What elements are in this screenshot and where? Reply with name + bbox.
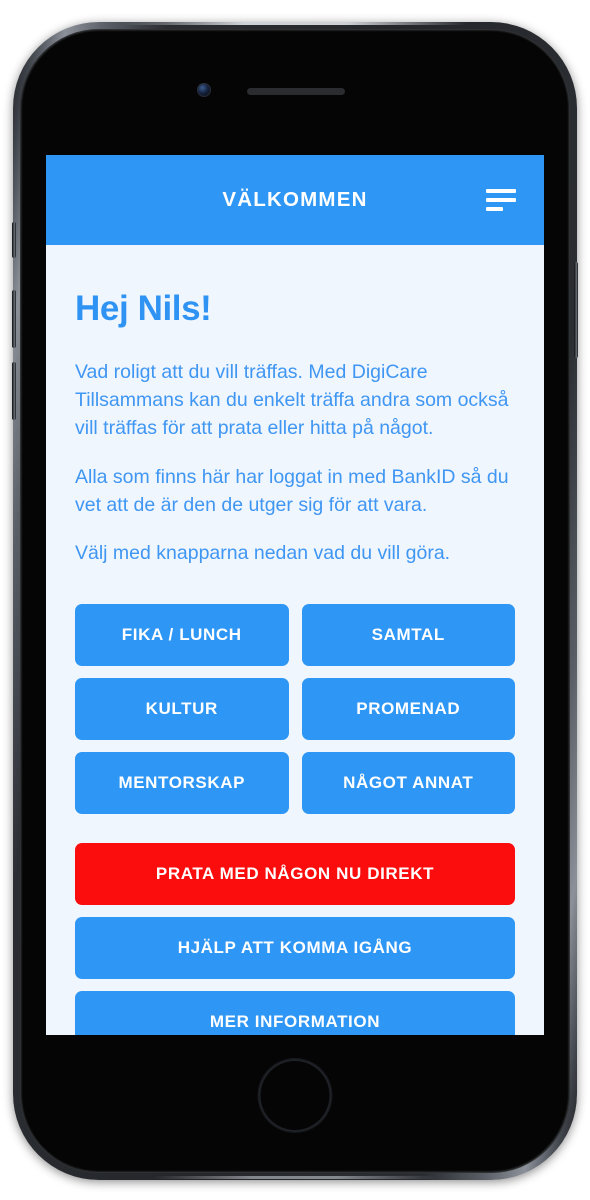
intro-paragraph-1: Vad roligt att du vill träffas. Med Digi…	[75, 361, 509, 439]
menu-icon[interactable]	[486, 185, 522, 215]
action-button-hjalp-att-komma-igang[interactable]: HJÄLP ATT KOMMA IGÅNG	[75, 917, 515, 980]
power-button[interactable]	[574, 262, 578, 358]
phone-mockup: VÄLKOMMEN Hej Nils! Vad roligt att du vi…	[12, 22, 578, 1180]
category-button-kultur[interactable]: KULTUR	[75, 678, 289, 741]
menu-icon-bar-3	[486, 207, 503, 211]
volume-up-button[interactable]	[12, 290, 16, 348]
frame-bottom-highlight	[153, 1176, 437, 1179]
action-button-mer-information[interactable]: MER INFORMATION	[75, 991, 515, 1035]
home-button[interactable]	[258, 1059, 332, 1132]
intro-paragraph-2: Alla som finns här har loggat in med Ban…	[75, 465, 509, 516]
action-button-stack: PRATA MED NÅGON NU DIREKT HJÄLP ATT KOMM…	[75, 843, 515, 1035]
frame-top-highlight	[123, 22, 467, 25]
menu-icon-bar-2	[486, 198, 516, 202]
phone-screen: VÄLKOMMEN Hej Nils! Vad roligt att du vi…	[46, 155, 544, 1035]
app-header: VÄLKOMMEN	[46, 155, 544, 245]
menu-icon-bar-1	[486, 189, 516, 193]
category-button-promenad[interactable]: PROMENAD	[301, 678, 515, 741]
category-button-nagot-annat[interactable]: NÅGOT ANNAT	[301, 752, 515, 815]
volume-down-button[interactable]	[12, 362, 16, 420]
category-button-fika-lunch[interactable]: FIKA / LUNCH	[75, 604, 289, 667]
category-button-samtal[interactable]: SAMTAL	[301, 604, 515, 667]
page-title: VÄLKOMMEN	[222, 188, 368, 211]
category-button-grid: FIKA / LUNCH SAMTAL KULTUR PROMENAD MENT…	[75, 604, 515, 815]
silent-switch-button[interactable]	[12, 222, 16, 258]
app-content: Hej Nils! Vad roligt att du vill träffas…	[46, 245, 544, 1035]
action-button-prata-med-nagon-nu-direkt[interactable]: PRATA MED NÅGON NU DIREKT	[75, 843, 515, 906]
category-button-mentorskap[interactable]: MENTORSKAP	[75, 752, 289, 815]
front-camera-icon	[197, 83, 211, 97]
intro-paragraph-3: Välj med knapparna nedan vad du vill gör…	[75, 542, 451, 565]
greeting-heading: Hej Nils!	[75, 289, 212, 328]
earpiece-speaker-icon	[247, 88, 345, 95]
